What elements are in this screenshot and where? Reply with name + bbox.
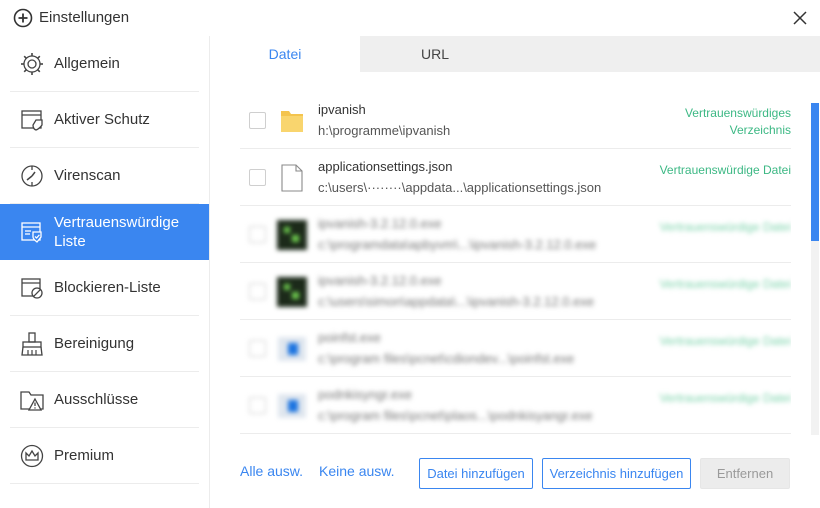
select-none-link[interactable]: Keine ausw. [319, 463, 395, 479]
row-checkbox[interactable] [249, 397, 266, 414]
trust-type: Vertrauenswürdige Datei [659, 277, 791, 291]
close-icon[interactable] [790, 8, 810, 28]
sidebar-item-label: Bereinigung [54, 335, 135, 352]
row-checkbox[interactable] [249, 169, 266, 186]
trust-type: Vertrauenswürdige Datei [659, 220, 791, 234]
title-bar: Einstellungen [0, 0, 820, 36]
sidebar-item-virenscan[interactable]: Virenscan [0, 148, 209, 204]
remove-button[interactable]: Entfernen [700, 458, 790, 489]
add-directory-button[interactable]: Verzeichnis hinzufügen [542, 458, 691, 489]
sidebar: Allgemein Aktiver Schutz Virenscan Vertr… [0, 36, 210, 508]
sidebar-item-blockieren-liste[interactable]: Blockieren-Liste [0, 260, 209, 316]
row-checkbox[interactable] [249, 226, 266, 243]
sidebar-item-premium[interactable]: Premium [0, 428, 209, 484]
document-icon [281, 164, 303, 192]
folder-warning-icon [20, 391, 44, 411]
sidebar-item-ausschluesse[interactable]: Ausschlüsse [0, 372, 209, 428]
tab-datei[interactable]: Datei [210, 36, 360, 72]
ipvanish-app-icon [277, 220, 307, 250]
file-path: c:\users\simon\appdata\...\ipvanish-3.2.… [318, 294, 595, 309]
file-name: ipvanish [318, 102, 366, 117]
sidebar-item-label: Allgemein [54, 55, 120, 72]
crown-icon [20, 444, 44, 468]
trust-type: Vertrauenswürdiges Verzeichnis [684, 106, 791, 137]
file-path: c:\program files\pcnet\cdiondev...\poinf… [318, 351, 575, 366]
trust-type: Vertrauenswürdige Datei [659, 334, 791, 348]
file-path: h:\programme\ipvanish [318, 123, 451, 138]
list-item[interactable]: podnkisyngr.exe c:\program files\pcnet\p… [240, 377, 791, 434]
window-title: Einstellungen [39, 9, 130, 26]
list-item[interactable]: ipvanish h:\programme\ipvanish Vertrauen… [240, 92, 791, 149]
file-name: poinfst.exe [318, 330, 381, 345]
file-path: c:\users\········\appdata...\application… [318, 180, 602, 195]
list-item[interactable]: ipvanish-3.2.12.0.exe c:\programdata\apb… [240, 206, 791, 263]
row-checkbox[interactable] [249, 112, 266, 129]
ipvanish-app-icon [277, 277, 307, 307]
file-name: applicationsettings.json [318, 159, 453, 174]
plus-circle-icon [13, 8, 33, 28]
trust-type: Vertrauenswürdige Datei [659, 391, 791, 405]
sidebar-item-label: Blockieren-Liste [54, 279, 161, 296]
divider [10, 483, 199, 484]
list-scrollbar[interactable] [811, 103, 819, 435]
broom-icon [21, 332, 43, 356]
file-path: c:\program files\pcnet\plaos...\podnkisy… [318, 408, 593, 423]
trusted-list-icon [21, 222, 42, 243]
sidebar-item-vertrauenswuerdige-liste[interactable]: Vertrauenswürdige Liste [0, 204, 209, 260]
list-item[interactable]: poinfst.exe c:\program files\pcnet\cdion… [240, 320, 791, 377]
sidebar-item-aktiver-schutz[interactable]: Aktiver Schutz [0, 92, 209, 148]
sidebar-item-label: Vertrauenswürdige Liste [54, 214, 180, 250]
tab-url[interactable]: URL [360, 36, 510, 72]
file-path: c:\programdata\apbyvm\...\ipvanish-3.2.1… [318, 237, 597, 252]
block-list-icon [21, 278, 43, 299]
list-item[interactable]: ipvanish-3.2.12.0.exe c:\users\simon\app… [240, 263, 791, 320]
row-checkbox[interactable] [249, 283, 266, 300]
sidebar-item-label: Ausschlüsse [54, 391, 139, 408]
tab-bar: Datei URL [210, 36, 820, 72]
blue-app-icon [278, 394, 306, 418]
gear-icon [21, 53, 43, 75]
sidebar-item-bereinigung[interactable]: Bereinigung [0, 316, 209, 372]
file-name: ipvanish-3.2.12.0.exe [318, 216, 442, 231]
sidebar-item-label: Aktiver Schutz [54, 111, 150, 128]
row-checkbox[interactable] [249, 340, 266, 357]
sidebar-item-label: Premium [54, 447, 115, 464]
select-all-link[interactable]: Alle ausw. [240, 463, 303, 479]
blue-app-icon [278, 337, 306, 361]
trust-type: Vertrauenswürdige Datei [659, 163, 791, 177]
sidebar-item-allgemein[interactable]: Allgemein [0, 36, 209, 92]
file-name: podnkisyngr.exe [318, 387, 412, 402]
sidebar-item-label: Virenscan [54, 167, 121, 184]
add-file-button[interactable]: Datei hinzufügen [419, 458, 533, 489]
folder-icon [281, 111, 303, 132]
trusted-file-list: ipvanish h:\programme\ipvanish Vertrauen… [240, 92, 791, 435]
list-item[interactable]: applicationsettings.json c:\users\······… [240, 149, 791, 206]
scrollbar-thumb[interactable] [811, 103, 819, 241]
file-name: ipvanish-3.2.12.0.exe [318, 273, 442, 288]
scan-icon [21, 165, 43, 187]
shield-window-icon [21, 110, 43, 131]
